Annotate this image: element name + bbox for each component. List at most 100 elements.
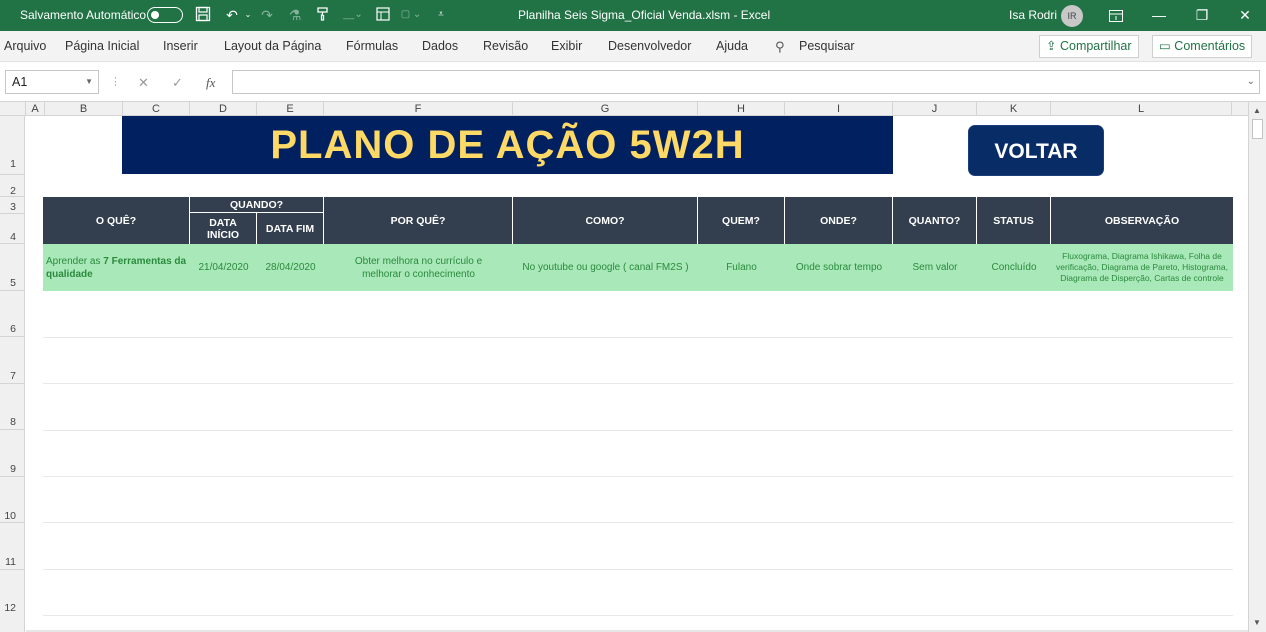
cell-end-date[interactable]: 28/04/2020 [257,244,324,291]
print-preview-icon[interactable] [373,6,393,24]
cell-where[interactable]: Onde sobrar tempo [785,244,893,291]
comments-button[interactable]: ▭ Comentários [1152,35,1253,58]
vertical-scrollbar[interactable]: ▲ ▼ [1248,102,1266,632]
gridline [43,383,1233,384]
row-header[interactable]: 7 [10,370,16,382]
search-label[interactable]: Pesquisar [799,39,855,53]
avatar[interactable]: IR [1061,5,1083,27]
format-painter-icon[interactable] [313,6,333,24]
scroll-up-icon[interactable]: ▲ [1253,106,1261,115]
enter-icon[interactable]: ✓ [172,75,183,91]
column-header[interactable]: C [123,102,190,116]
expand-formula-icon[interactable]: ⌄ [1247,76,1255,87]
scroll-thumb[interactable] [1252,119,1263,139]
row-header[interactable]: 5 [10,277,16,289]
row-header[interactable]: 12 [4,602,16,614]
select-all-corner[interactable] [0,102,26,116]
row-header[interactable]: 1 [10,158,16,170]
header-start-date[interactable]: DATA INÍCIO [190,213,257,244]
tab-exibir[interactable]: Exibir [551,39,582,53]
gridline [43,522,1233,523]
name-box[interactable]: A1 ▼ [5,70,99,94]
tab-pagina-inicial[interactable]: Página Inicial [65,39,139,53]
share-button[interactable]: ⇪ Compartilhar [1039,35,1139,58]
restore-icon[interactable]: ❐ [1180,0,1224,31]
row-separator [0,336,25,337]
column-header[interactable]: E [257,102,324,116]
row-separator [0,383,25,384]
shapes-icon[interactable]: ▢ ⌄ [396,6,426,24]
row-header[interactable]: 9 [10,463,16,475]
cell-what-text: Aprender as 7 Ferramentas da qualidade [46,255,187,281]
cell-what[interactable]: Aprender as 7 Ferramentas da qualidade [43,244,190,291]
tab-formulas[interactable]: Fórmulas [346,39,398,53]
customize-toolbar-icon[interactable]: ⩡ [434,6,448,24]
tab-arquivo[interactable]: Arquivo [4,39,46,53]
underline-icon[interactable]: __⌄ [340,6,366,24]
tab-layout-da-pagina[interactable]: Layout da Página [224,39,321,53]
row-header[interactable]: 8 [10,416,16,428]
row-separator [0,522,25,523]
close-icon[interactable]: ✕ [1223,0,1266,31]
row-separator [0,196,25,197]
tab-desenvolvedor[interactable]: Desenvolvedor [608,39,691,53]
ribbon-tabs: Arquivo Página Inicial Inserir Layout da… [0,31,1266,62]
scroll-down-icon[interactable]: ▼ [1253,618,1261,627]
minimize-icon[interactable]: — [1137,0,1181,31]
column-header[interactable]: G [513,102,698,116]
user-name[interactable]: Isa Rodri [1009,8,1057,22]
tab-revisao[interactable]: Revisão [483,39,528,53]
row-separator [0,429,25,430]
cell-how-much[interactable]: Sem valor [893,244,977,291]
tab-ajuda[interactable]: Ajuda [716,39,748,53]
header-how-much[interactable]: QUANTO? [893,197,977,244]
undo-dropdown-icon[interactable]: ⌄ [243,6,253,24]
header-how[interactable]: COMO? [513,197,698,244]
cell-notes[interactable]: Fluxograma, Diagrama Ishikawa, Folha de … [1051,244,1233,291]
paint-bucket-icon[interactable]: ⚗ [286,6,304,24]
cancel-icon[interactable]: ✕ [138,75,149,91]
header-why[interactable]: POR QUÊ? [324,197,513,244]
cell-how[interactable]: No youtube ou google ( canal FM2S ) [513,244,698,291]
cell-start-date[interactable]: 21/04/2020 [190,244,257,291]
ribbon-display-icon[interactable] [1094,0,1138,31]
undo-icon[interactable]: ↶ [221,6,243,24]
column-header[interactable]: L [1051,102,1232,116]
gridline [43,430,1233,431]
header-notes[interactable]: OBSERVAÇÃO [1051,197,1233,244]
formula-input[interactable]: ⌄ [232,70,1260,94]
row-separator [0,476,25,477]
column-header[interactable]: A [26,102,45,116]
row-header[interactable]: 4 [10,231,16,243]
column-header[interactable]: J [893,102,977,116]
tab-dados[interactable]: Dados [422,39,458,53]
tab-inserir[interactable]: Inserir [163,39,198,53]
row-header[interactable]: 10 [4,510,16,522]
header-end-date[interactable]: DATA FIM [257,213,324,244]
column-header[interactable]: I [785,102,893,116]
column-header[interactable]: F [324,102,513,116]
header-status[interactable]: STATUS [977,197,1051,244]
header-when[interactable]: QUANDO? [190,197,324,213]
row-header[interactable]: 11 [5,556,16,568]
header-what[interactable]: O QUÊ? [43,197,190,244]
column-header[interactable]: D [190,102,257,116]
column-header[interactable]: H [698,102,785,116]
row-header[interactable]: 6 [10,323,16,335]
insert-function-icon[interactable]: fx [206,75,215,91]
column-header[interactable]: K [977,102,1051,116]
search-icon[interactable]: ⚲ [775,39,785,55]
voltar-button[interactable]: VOLTAR [968,125,1104,176]
column-header[interactable]: B [45,102,123,116]
redo-icon[interactable]: ↷ [256,6,278,24]
row-separator [0,213,25,214]
row-header[interactable]: 3 [10,201,16,213]
cell-why[interactable]: Obter melhora no currículo e melhorar o … [324,244,513,291]
chevron-down-icon[interactable]: ▼ [85,71,93,93]
cell-who[interactable]: Fulano [698,244,785,291]
autosave-toggle[interactable] [147,7,183,23]
cell-status[interactable]: Concluído [977,244,1051,291]
save-icon[interactable] [193,6,213,24]
header-who[interactable]: QUEM? [698,197,785,244]
header-where[interactable]: ONDE? [785,197,893,244]
